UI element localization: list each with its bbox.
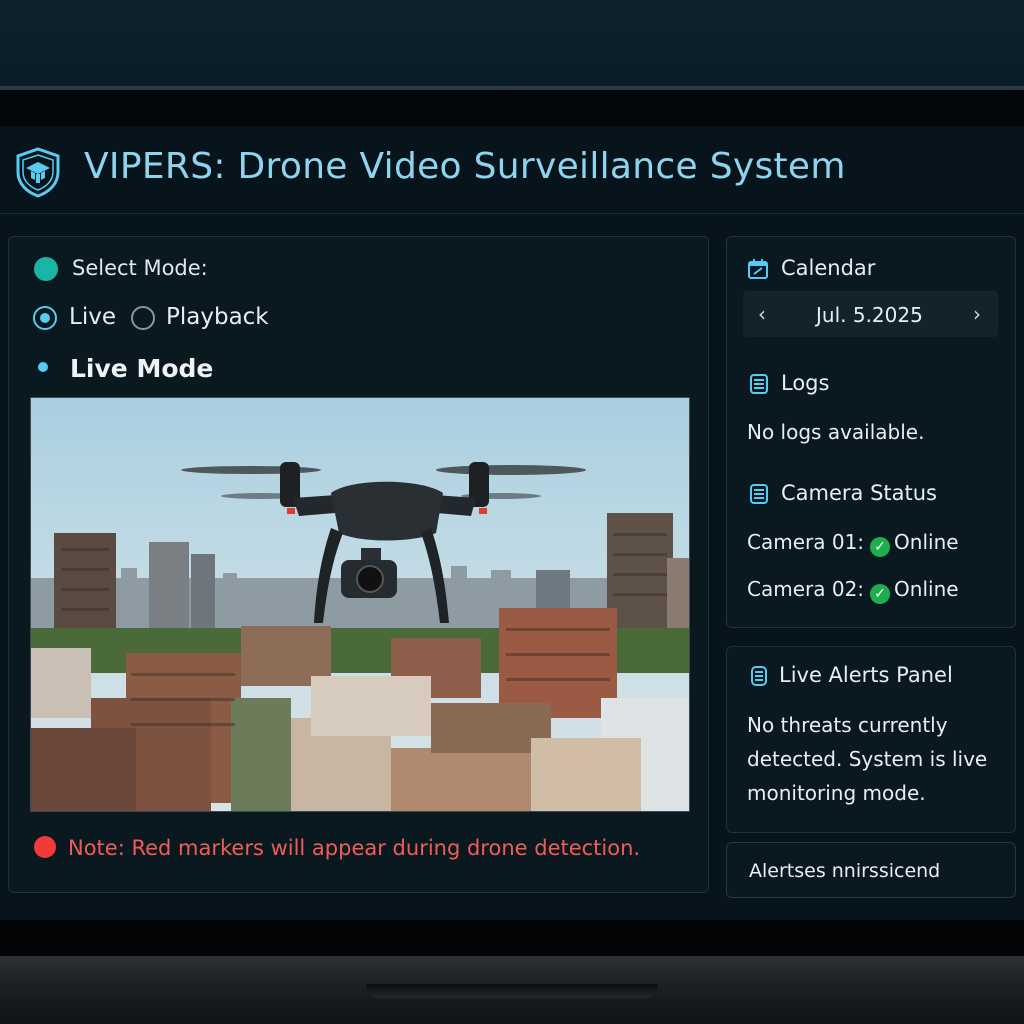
logs-title: Logs <box>781 371 830 395</box>
drone-camera-feed-image <box>31 398 689 811</box>
camera-status-title: Camera Status <box>781 481 938 505</box>
warning-dot <box>34 836 56 858</box>
alerts-message: No threats currently detected. System is… <box>747 713 988 805</box>
camera-status-icon <box>750 484 768 504</box>
device-top-bezel <box>0 0 1024 86</box>
radio-playback-label[interactable]: Playback <box>166 304 269 330</box>
check-icon: ✓ <box>870 584 891 604</box>
chevron-right-icon[interactable]: › <box>973 302 981 326</box>
alert-list-icon <box>751 666 767 686</box>
radio-playback[interactable] <box>131 306 155 330</box>
live-mode-heading: Live Mode <box>70 354 214 383</box>
alerts-title: Live Alerts Panel <box>779 663 953 687</box>
date-value[interactable]: Jul. 5.2025 <box>816 303 923 327</box>
calendar-title: Calendar <box>781 256 876 280</box>
check-icon: ✓ <box>870 537 891 557</box>
camera-status-value: Online <box>894 577 959 601</box>
select-mode-label: Select Mode: <box>72 256 208 280</box>
mode-indicator-dot <box>34 257 58 281</box>
camera-status-value: Online <box>894 530 959 554</box>
live-mode-indicator <box>33 357 55 379</box>
device-bottom-bezel <box>0 920 1024 956</box>
camera-name: Camera 02: <box>747 577 865 601</box>
camera-status-row: Camera 01: ✓ Online <box>747 530 959 557</box>
radio-live-label[interactable]: Live <box>69 304 116 330</box>
chevron-left-icon[interactable]: ‹ <box>758 302 766 326</box>
camera-name: Camera 01: <box>747 530 865 554</box>
app-title: VIPERS: Drone Video Surveillance System <box>84 146 846 187</box>
radio-live[interactable] <box>33 306 57 330</box>
shield-graduation-cap-icon <box>16 147 60 198</box>
device-bezel-gap <box>0 90 1024 126</box>
laptop-hinge-notch <box>366 984 658 998</box>
log-icon <box>750 374 768 394</box>
alerts-button-label: Alertses nnirssicend <box>749 860 941 882</box>
logs-empty-text: No logs available. <box>747 420 925 444</box>
calendar-icon <box>748 259 768 279</box>
live-video-feed <box>30 397 690 812</box>
alerts-button[interactable]: Alertses nnirssicend <box>726 842 1016 898</box>
detection-note: Note: Red markers will appear during dro… <box>68 836 641 860</box>
camera-status-row: Camera 02: ✓ Online <box>747 577 959 604</box>
